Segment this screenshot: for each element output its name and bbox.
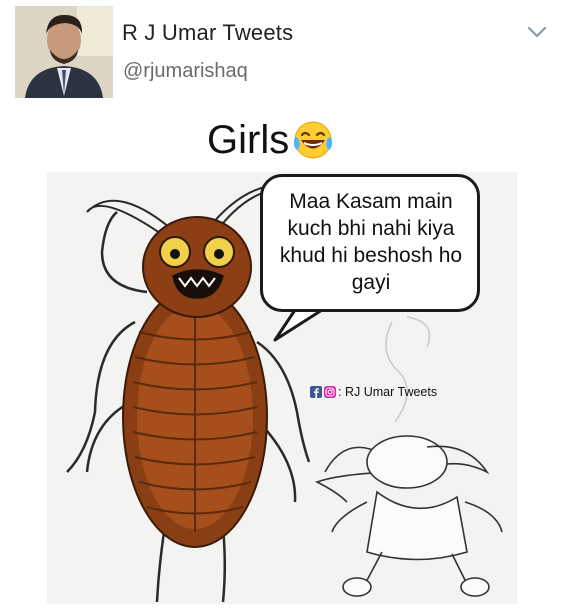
tweet-text-label: Girls [207, 118, 290, 162]
facebook-icon [310, 386, 322, 398]
instagram-icon [324, 386, 336, 398]
author-avatar[interactable] [15, 6, 113, 98]
speech-line: khud hi beshosh ho [279, 244, 463, 267]
speech-line: Maa Kasam main [289, 190, 453, 213]
laughing-with-tears-emoji-icon [294, 121, 333, 158]
watermark: : RJ Umar Tweets [310, 385, 437, 399]
watermark-text: : RJ Umar Tweets [338, 385, 438, 399]
avatar-photo [15, 6, 113, 98]
author-name[interactable]: R J Umar Tweets [122, 20, 293, 46]
tweet-text: Girls [207, 118, 335, 163]
speech-line: kuch bhi nahi kiya [287, 217, 455, 240]
speech-line: gayi [351, 271, 391, 294]
chevron-down-icon[interactable] [526, 24, 548, 40]
speech-bubble-text: Maa Kasam main kuch bhi nahi kiya khud h… [264, 188, 478, 296]
author-handle[interactable]: @rjumarishaq [123, 60, 248, 83]
meme-image[interactable]: Maa Kasam main kuch bhi nahi kiya khud h… [47, 172, 517, 604]
